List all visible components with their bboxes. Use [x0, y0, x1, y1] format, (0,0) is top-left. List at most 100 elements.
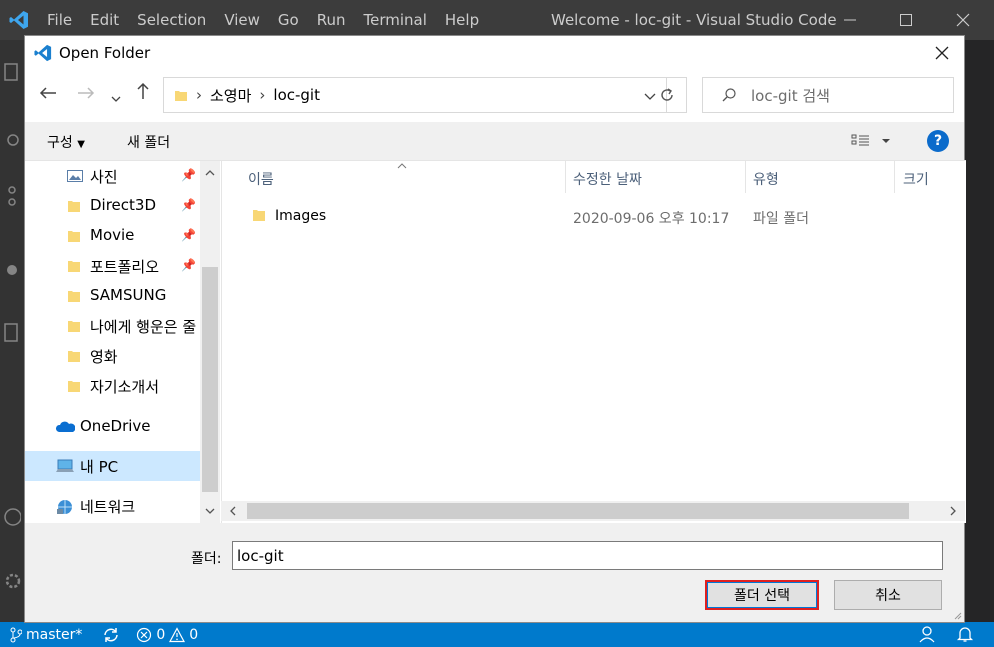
folder-icon — [68, 201, 80, 212]
nav-item-label: 포트폴리오 — [90, 258, 160, 276]
scroll-right-icon[interactable] — [945, 501, 961, 521]
select-folder-button[interactable]: 폴더 선택 — [705, 580, 819, 610]
onedrive-icon — [56, 421, 75, 432]
dialog-close-button[interactable] — [920, 36, 964, 70]
breadcrumb-item[interactable]: loc-git — [273, 86, 320, 104]
folder-icon — [68, 321, 80, 332]
column-divider[interactable] — [745, 161, 746, 193]
nav-item-pictures[interactable]: 사진 📌 — [25, 161, 200, 191]
scroll-down-icon[interactable] — [200, 503, 220, 519]
organize-button[interactable]: 구성 ▼ — [47, 132, 85, 152]
maximize-button[interactable] — [883, 0, 929, 40]
breadcrumb-item[interactable]: 소영마 — [210, 85, 251, 106]
notifications-bell-icon[interactable] — [956, 625, 974, 647]
help-icon[interactable]: ? — [927, 130, 949, 152]
column-header-name[interactable]: 이름 — [248, 169, 274, 189]
minimize-button[interactable] — [827, 0, 873, 40]
menu-help[interactable]: Help — [436, 0, 488, 40]
extensions-icon[interactable] — [2, 322, 22, 344]
column-header-size[interactable]: 크기 — [903, 169, 929, 189]
arrow-right-icon — [78, 87, 95, 99]
address-bar[interactable]: › 소영마 › loc-git — [163, 77, 667, 113]
error-icon — [137, 627, 152, 642]
explorer-icon[interactable] — [2, 62, 22, 84]
dialog-title: Open Folder — [59, 44, 151, 62]
refresh-button[interactable] — [647, 77, 687, 113]
git-branch-icon — [10, 627, 22, 642]
search-activity-icon[interactable] — [2, 132, 22, 154]
resize-grip-icon[interactable] — [952, 610, 962, 620]
pin-icon: 📌 — [181, 168, 196, 182]
source-control-icon[interactable] — [2, 185, 22, 207]
menu-go[interactable]: Go — [269, 0, 308, 40]
window-close-button[interactable] — [940, 0, 986, 40]
folder-name-input[interactable] — [232, 541, 943, 570]
sync-button[interactable] — [102, 627, 120, 643]
search-box[interactable]: loc-git 검색 — [702, 77, 954, 113]
nav-item-direct3d[interactable]: Direct3D 📌 — [25, 191, 200, 221]
nav-item-label: Direct3D — [90, 196, 157, 214]
pc-icon — [56, 459, 74, 472]
folder-icon — [253, 210, 265, 221]
network-icon — [57, 500, 72, 514]
account-icon[interactable] — [2, 506, 22, 528]
chevron-down-icon — [111, 96, 121, 102]
scroll-up-icon[interactable] — [200, 165, 220, 181]
branch-status[interactable]: master* — [10, 627, 82, 643]
menu-edit[interactable]: Edit — [81, 0, 128, 40]
problems-status[interactable]: 0 0 — [136, 627, 198, 643]
scroll-left-icon[interactable] — [225, 501, 241, 521]
error-count: 0 — [156, 626, 166, 643]
file-name: Images — [275, 208, 327, 224]
search-placeholder: loc-git 검색 — [751, 86, 830, 105]
horizontal-scroll-thumb[interactable] — [247, 503, 909, 519]
nav-item-lucky[interactable]: 나에게 행운은 줄 — [25, 311, 200, 341]
forward-button[interactable] — [77, 84, 95, 105]
recent-dropdown-button[interactable] — [111, 87, 121, 108]
menu-selection[interactable]: Selection — [128, 0, 215, 40]
column-header-type[interactable]: 유형 — [753, 169, 779, 189]
pin-icon: 📌 — [181, 228, 196, 242]
nav-item-label: 내 PC — [80, 458, 119, 476]
back-button[interactable] — [39, 84, 57, 105]
folder-icon — [68, 231, 80, 242]
column-header-modified[interactable]: 수정한 날짜 — [573, 169, 642, 189]
nav-item-resume[interactable]: 자기소개서 — [25, 371, 200, 401]
file-list-horizontal-scrollbar[interactable] — [221, 501, 965, 521]
folder-icon — [68, 351, 80, 362]
nav-item-this-pc[interactable]: 내 PC — [25, 451, 200, 481]
navigation-bar: › 소영마 › loc-git loc-git 검색 — [25, 70, 964, 122]
menu-file[interactable]: File — [38, 0, 81, 40]
nav-item-onedrive[interactable]: OneDrive — [25, 412, 200, 442]
pictures-icon — [67, 170, 83, 182]
close-icon — [935, 46, 949, 60]
menu-run[interactable]: Run — [308, 0, 355, 40]
file-type: 파일 폴더 — [753, 211, 809, 227]
settings-gear-icon[interactable] — [2, 570, 22, 592]
nav-item-samsung[interactable]: SAMSUNG — [25, 281, 200, 311]
nav-item-portfolio[interactable]: 포트폴리오 📌 — [25, 251, 200, 281]
feedback-icon[interactable] — [918, 625, 938, 647]
menu-view[interactable]: View — [215, 0, 269, 40]
nav-item-movie[interactable]: Movie 📌 — [25, 221, 200, 251]
warning-count: 0 — [189, 626, 199, 643]
nav-item-label: Movie — [90, 226, 135, 244]
view-options-button[interactable] — [851, 133, 895, 153]
up-button[interactable] — [136, 82, 150, 105]
minimize-icon — [844, 19, 856, 21]
new-folder-button[interactable]: 새 폴더 — [127, 132, 170, 152]
debug-icon[interactable] — [2, 260, 22, 282]
cancel-button[interactable]: 취소 — [834, 580, 942, 610]
column-divider[interactable] — [565, 161, 566, 193]
chevron-right-icon: › — [259, 86, 266, 104]
column-divider[interactable] — [894, 161, 895, 193]
nav-item-movies-kr[interactable]: 영화 — [25, 341, 200, 371]
pin-icon: 📌 — [181, 258, 196, 272]
file-row[interactable]: Images 2020-09-06 오후 10:17 파일 폴더 — [244, 201, 944, 231]
menu-terminal[interactable]: Terminal — [355, 0, 436, 40]
nav-pane-scroll-thumb[interactable] — [202, 267, 218, 492]
nav-item-network[interactable]: 네트워크 — [25, 491, 200, 521]
refresh-icon — [660, 88, 673, 101]
file-list: 이름 수정한 날짜 유형 크기 Images 2020-09-06 오후 10:… — [221, 160, 966, 523]
nav-item-label: 자기소개서 — [90, 378, 160, 396]
